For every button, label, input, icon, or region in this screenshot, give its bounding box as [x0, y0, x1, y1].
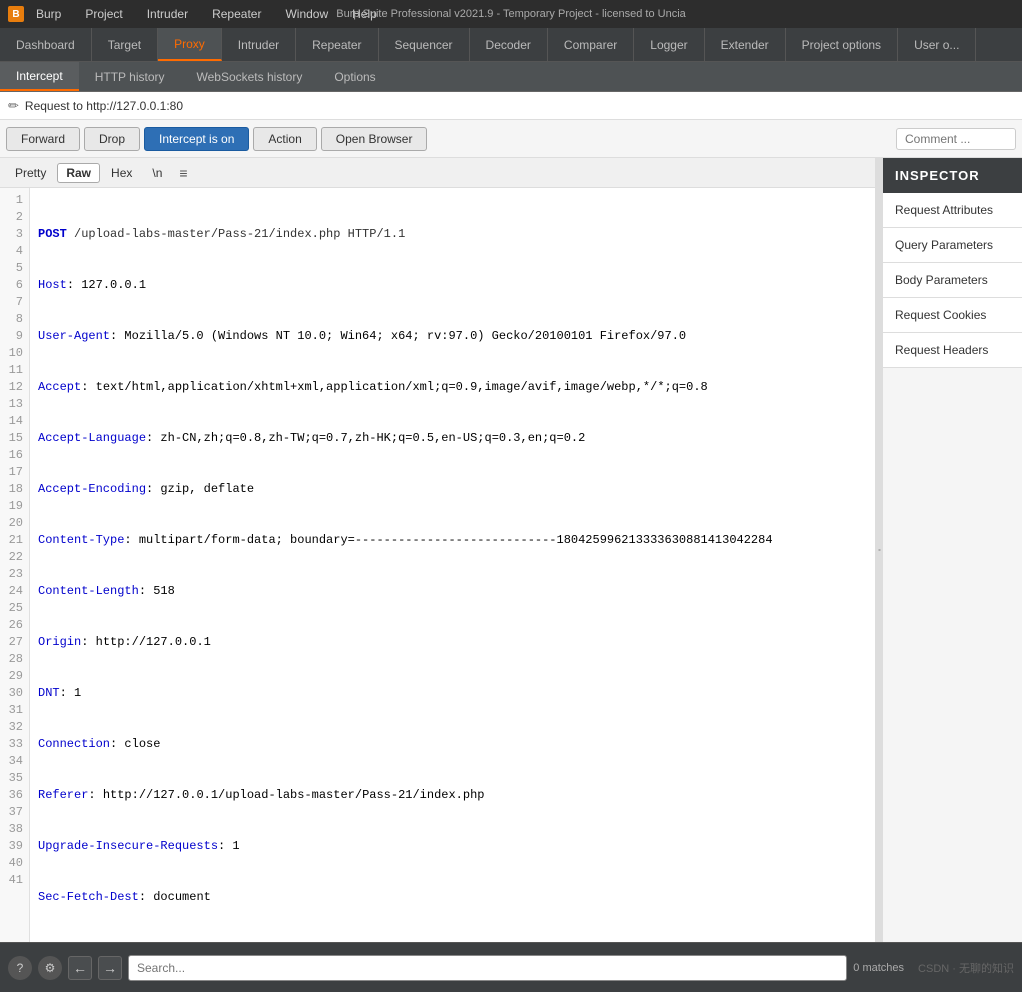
- menu-items[interactable]: Burp Project Intruder Repeater Window He…: [32, 5, 381, 23]
- back-button[interactable]: ←: [68, 956, 92, 980]
- subtab-http-history[interactable]: HTTP history: [79, 62, 181, 91]
- format-hex[interactable]: Hex: [102, 163, 141, 183]
- subtab-intercept[interactable]: Intercept: [0, 62, 79, 91]
- subtab-options[interactable]: Options: [318, 62, 391, 91]
- request-url: Request to http://127.0.0.1:80: [25, 99, 183, 113]
- content-area: Pretty Raw Hex \n ≡ 1 2 3 4 5 6 7 8 9 10: [0, 158, 1022, 942]
- match-count: 0 matches: [853, 962, 904, 974]
- search-input[interactable]: [128, 955, 847, 981]
- forward-button[interactable]: Forward: [6, 127, 80, 151]
- toolbar: Forward Drop Intercept is on Action Open…: [0, 120, 1022, 158]
- code-line-15: Sec-Fetch-Mode: navigate: [38, 940, 867, 942]
- sub-tabs: Intercept HTTP history WebSockets histor…: [0, 62, 1022, 92]
- inspector-body-parameters[interactable]: Body Parameters: [883, 263, 1022, 298]
- tab-extender[interactable]: Extender: [705, 28, 786, 61]
- tab-dashboard[interactable]: Dashboard: [0, 28, 92, 61]
- tab-user-options[interactable]: User o...: [898, 28, 976, 61]
- code-line-11: Connection: close: [38, 736, 867, 753]
- forward-nav-button[interactable]: →: [98, 956, 122, 980]
- code-line-5: Accept-Language: zh-CN,zh;q=0.8,zh-TW;q=…: [38, 430, 867, 447]
- code-text[interactable]: POST /upload-labs-master/Pass-21/index.p…: [30, 188, 875, 942]
- title-bar: B Burp Project Intruder Repeater Window …: [0, 0, 1022, 28]
- code-line-10: DNT: 1: [38, 685, 867, 702]
- code-line-13: Upgrade-Insecure-Requests: 1: [38, 838, 867, 855]
- window-title: Burp Suite Professional v2021.9 - Tempor…: [336, 8, 686, 20]
- tab-repeater[interactable]: Repeater: [296, 28, 378, 61]
- inspector-request-cookies[interactable]: Request Cookies: [883, 298, 1022, 333]
- code-line-8: Content-Length: 518: [38, 583, 867, 600]
- menu-project[interactable]: Project: [81, 5, 126, 23]
- open-browser-button[interactable]: Open Browser: [321, 127, 428, 151]
- format-more-icon[interactable]: ≡: [173, 163, 193, 183]
- drop-button[interactable]: Drop: [84, 127, 140, 151]
- menu-burp[interactable]: Burp: [32, 5, 65, 23]
- tab-sequencer[interactable]: Sequencer: [379, 28, 470, 61]
- tab-intruder[interactable]: Intruder: [222, 28, 296, 61]
- menu-intruder[interactable]: Intruder: [143, 5, 192, 23]
- line-numbers: 1 2 3 4 5 6 7 8 9 10 11 12 13 14 15 16 1: [0, 188, 30, 942]
- bottom-bar: ? ⚙ ← → 0 matches CSDN · 无聊的知识: [0, 942, 1022, 992]
- menu-repeater[interactable]: Repeater: [208, 5, 265, 23]
- action-button[interactable]: Action: [253, 127, 316, 151]
- code-line-4: Accept: text/html,application/xhtml+xml,…: [38, 379, 867, 396]
- code-line-9: Origin: http://127.0.0.1: [38, 634, 867, 651]
- code-content: 1 2 3 4 5 6 7 8 9 10 11 12 13 14 15 16 1: [0, 188, 875, 942]
- tab-comparer[interactable]: Comparer: [548, 28, 634, 61]
- inspector-query-parameters[interactable]: Query Parameters: [883, 228, 1022, 263]
- app-icon: B: [8, 6, 24, 22]
- inspector-request-attributes[interactable]: Request Attributes: [883, 193, 1022, 228]
- main-tabs: Dashboard Target Proxy Intruder Repeater…: [0, 28, 1022, 62]
- format-newline[interactable]: \n: [143, 163, 171, 183]
- tab-target[interactable]: Target: [92, 28, 158, 61]
- watermark-text: CSDN · 无聊的知识: [918, 960, 1014, 976]
- format-raw[interactable]: Raw: [57, 163, 100, 183]
- intercept-toggle-button[interactable]: Intercept is on: [144, 127, 249, 151]
- comment-input[interactable]: [896, 128, 1016, 150]
- code-line-14: Sec-Fetch-Dest: document: [38, 889, 867, 906]
- code-line-1: POST /upload-labs-master/Pass-21/index.p…: [38, 226, 867, 243]
- inspector-request-headers[interactable]: Request Headers: [883, 333, 1022, 368]
- tab-project-options[interactable]: Project options: [786, 28, 898, 61]
- code-line-2: Host: 127.0.0.1: [38, 277, 867, 294]
- code-line-6: Accept-Encoding: gzip, deflate: [38, 481, 867, 498]
- format-toolbar: Pretty Raw Hex \n ≡: [0, 158, 875, 188]
- request-url-bar: ✏ Request to http://127.0.0.1:80: [0, 92, 1022, 120]
- format-pretty[interactable]: Pretty: [6, 163, 55, 183]
- tab-logger[interactable]: Logger: [634, 28, 704, 61]
- tab-proxy[interactable]: Proxy: [158, 28, 222, 61]
- menu-window[interactable]: Window: [281, 5, 332, 23]
- code-line-12: Referer: http://127.0.0.1/upload-labs-ma…: [38, 787, 867, 804]
- code-line-3: User-Agent: Mozilla/5.0 (Windows NT 10.0…: [38, 328, 867, 345]
- inspector-title: INSPECTOR: [883, 158, 1022, 193]
- settings-icon-button[interactable]: ⚙: [38, 956, 62, 980]
- help-icon-button[interactable]: ?: [8, 956, 32, 980]
- subtab-websockets-history[interactable]: WebSockets history: [181, 62, 319, 91]
- tab-decoder[interactable]: Decoder: [470, 28, 548, 61]
- editor-panel: Pretty Raw Hex \n ≡ 1 2 3 4 5 6 7 8 9 10: [0, 158, 876, 942]
- inspector-panel: INSPECTOR Request Attributes Query Param…: [882, 158, 1022, 942]
- pencil-icon: ✏: [8, 98, 19, 114]
- code-editor[interactable]: 1 2 3 4 5 6 7 8 9 10 11 12 13 14 15 16 1: [0, 188, 875, 942]
- code-line-7: Content-Type: multipart/form-data; bound…: [38, 532, 867, 549]
